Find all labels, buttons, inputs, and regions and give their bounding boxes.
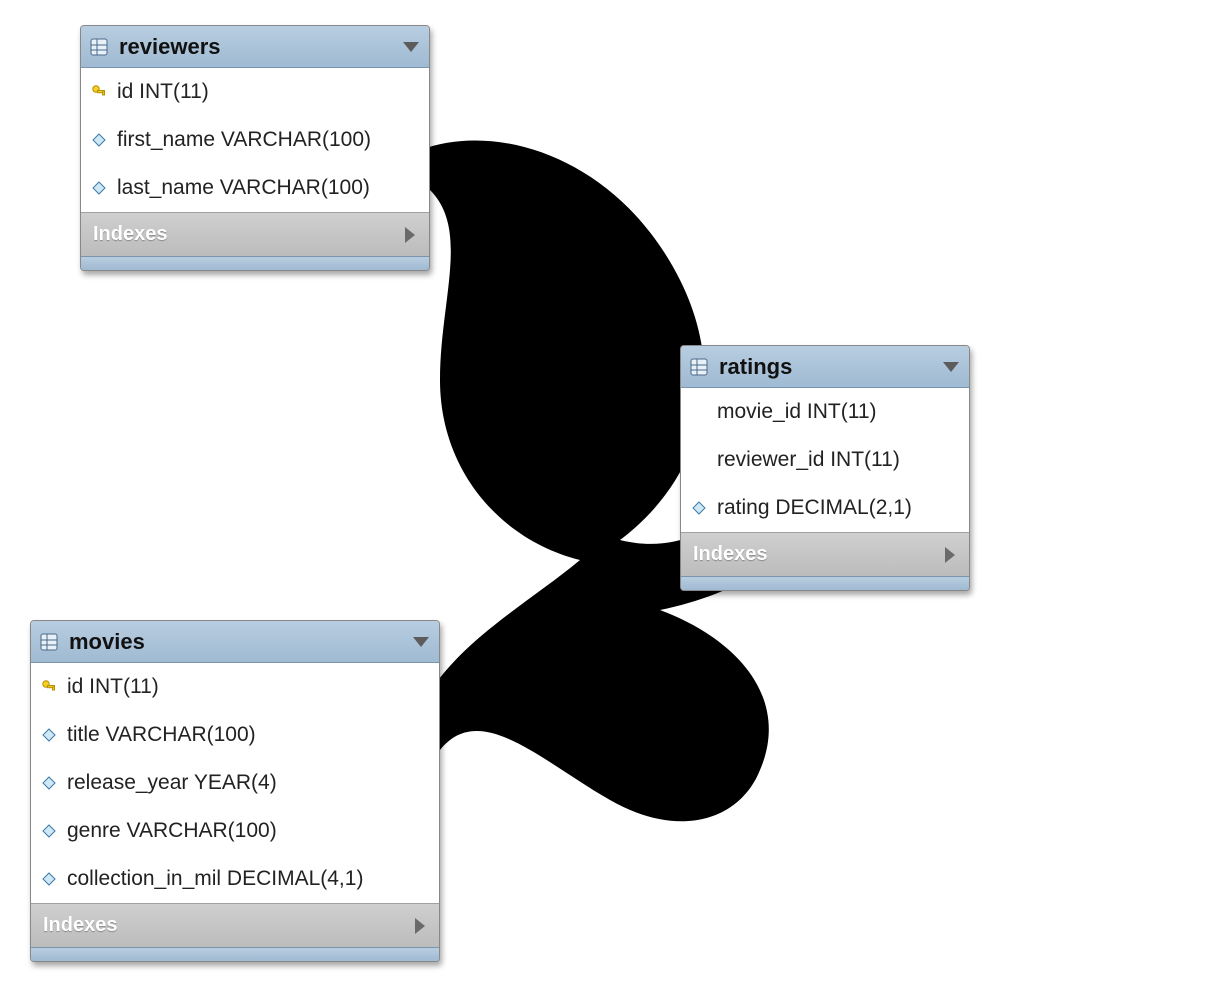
table-footer: [681, 576, 969, 590]
diamond-icon: [89, 178, 109, 198]
table-title: ratings: [719, 354, 792, 380]
column-label: release_year YEAR(4): [67, 771, 277, 795]
diamond-icon: [39, 773, 59, 793]
chevron-down-icon: [943, 362, 959, 372]
column-row[interactable]: first_name VARCHAR(100): [81, 116, 429, 164]
indexes-section[interactable]: Indexes: [31, 903, 439, 947]
table-icon: [89, 37, 109, 57]
column-row[interactable]: title VARCHAR(100): [31, 711, 439, 759]
column-label: reviewer_id INT(11): [717, 448, 900, 472]
diamond-icon: [89, 130, 109, 150]
table-title: movies: [69, 629, 145, 655]
chevron-right-icon: [415, 918, 425, 934]
table-movies[interactable]: movies id INT(11) title VARCHAR(100) rel…: [30, 620, 440, 962]
column-row[interactable]: genre VARCHAR(100): [31, 807, 439, 855]
er-diagram-canvas: reviewers id INT(11) first_name VARCHAR(…: [0, 0, 1212, 1000]
column-label: first_name VARCHAR(100): [117, 128, 371, 152]
column-row[interactable]: id INT(11): [31, 663, 439, 711]
diamond-icon: [689, 498, 709, 518]
diamond-icon: [39, 821, 59, 841]
table-header-ratings[interactable]: ratings: [681, 346, 969, 388]
diamond-icon: [39, 725, 59, 745]
key-icon: [39, 677, 59, 697]
indexes-label: Indexes: [43, 914, 117, 937]
indexes-section[interactable]: Indexes: [81, 212, 429, 256]
column-label: id INT(11): [67, 675, 159, 699]
column-label: id INT(11): [117, 80, 209, 104]
table-icon: [689, 357, 709, 377]
column-label: title VARCHAR(100): [67, 723, 256, 747]
indexes-label: Indexes: [693, 543, 767, 566]
column-row[interactable]: last_name VARCHAR(100): [81, 164, 429, 212]
blank-icon: [689, 402, 709, 422]
column-label: last_name VARCHAR(100): [117, 176, 370, 200]
column-row[interactable]: reviewer_id INT(11): [681, 436, 969, 484]
column-label: genre VARCHAR(100): [67, 819, 277, 843]
column-row[interactable]: id INT(11): [81, 68, 429, 116]
column-row[interactable]: release_year YEAR(4): [31, 759, 439, 807]
chevron-down-icon: [413, 637, 429, 647]
indexes-section[interactable]: Indexes: [681, 532, 969, 576]
chevron-right-icon: [405, 227, 415, 243]
column-row[interactable]: collection_in_mil DECIMAL(4,1): [31, 855, 439, 903]
table-header-movies[interactable]: movies: [31, 621, 439, 663]
column-label: collection_in_mil DECIMAL(4,1): [67, 867, 363, 891]
column-row[interactable]: movie_id INT(11): [681, 388, 969, 436]
table-footer: [31, 947, 439, 961]
diamond-icon: [39, 869, 59, 889]
table-reviewers[interactable]: reviewers id INT(11) first_name VARCHAR(…: [80, 25, 430, 271]
column-label: movie_id INT(11): [717, 400, 877, 424]
table-icon: [39, 632, 59, 652]
chevron-right-icon: [945, 547, 955, 563]
chevron-down-icon: [403, 42, 419, 52]
column-row[interactable]: rating DECIMAL(2,1): [681, 484, 969, 532]
table-title: reviewers: [119, 34, 221, 60]
column-label: rating DECIMAL(2,1): [717, 496, 912, 520]
table-ratings[interactable]: ratings movie_id INT(11) reviewer_id INT…: [680, 345, 970, 591]
blank-icon: [689, 450, 709, 470]
key-icon: [89, 82, 109, 102]
table-footer: [81, 256, 429, 270]
indexes-label: Indexes: [93, 223, 167, 246]
table-header-reviewers[interactable]: reviewers: [81, 26, 429, 68]
